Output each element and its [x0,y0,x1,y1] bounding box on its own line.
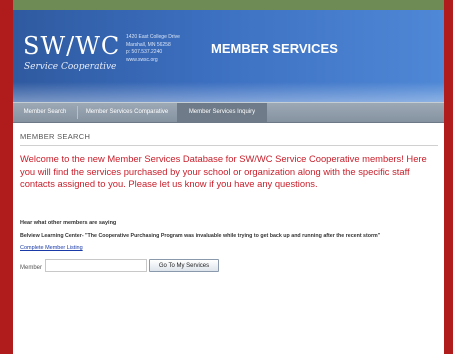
phone-line: p: 507.537.2240 [126,49,163,55]
header-banner: SW/WC Service Cooperative 1420 East Coll… [13,10,444,102]
nav-item-member-services-comparative[interactable]: Member Services Comparative [77,103,177,122]
address-line: 1420 East College Drive [126,34,180,40]
address-line: Marshall, MN 56258 [126,41,171,48]
welcome-message: Welcome to the new Member Services Datab… [20,153,427,189]
right-frame-bar [444,0,453,354]
go-to-my-services-button[interactable]: Go To My Services [149,259,219,272]
page-content: SW/WC Service Cooperative 1420 East Coll… [13,10,444,354]
nav-item-member-services-inquiry[interactable]: Member Services Inquiry [177,103,267,122]
logo-main-text: SW/WC [23,32,121,60]
logo-sub-text: Service Cooperative [24,62,117,72]
testimonial-quote: Belview Learning Center- "The Cooperativ… [20,233,381,239]
address-block: 1420 East College Drive Marshall, MN 562… [126,34,206,64]
nav-item-member-search[interactable]: Member Search [13,103,77,122]
section-divider [20,145,438,146]
left-frame-bar [0,0,13,354]
complete-member-listing-link[interactable]: Complete Member Listing [20,245,83,251]
member-input[interactable] [45,259,147,272]
logo[interactable]: SW/WC Service Cooperative [23,32,123,82]
section-title: Member Search [20,132,91,141]
member-label: Member [20,265,43,271]
website-line: www.swsc.org [126,56,158,63]
testimonials-heading: Hear what other members are saying [20,220,117,226]
page-title: MEMBER SERVICES [211,41,338,56]
top-frame-bar [0,0,453,10]
nav-bar: Member Search Member Services Comparativ… [13,102,444,123]
